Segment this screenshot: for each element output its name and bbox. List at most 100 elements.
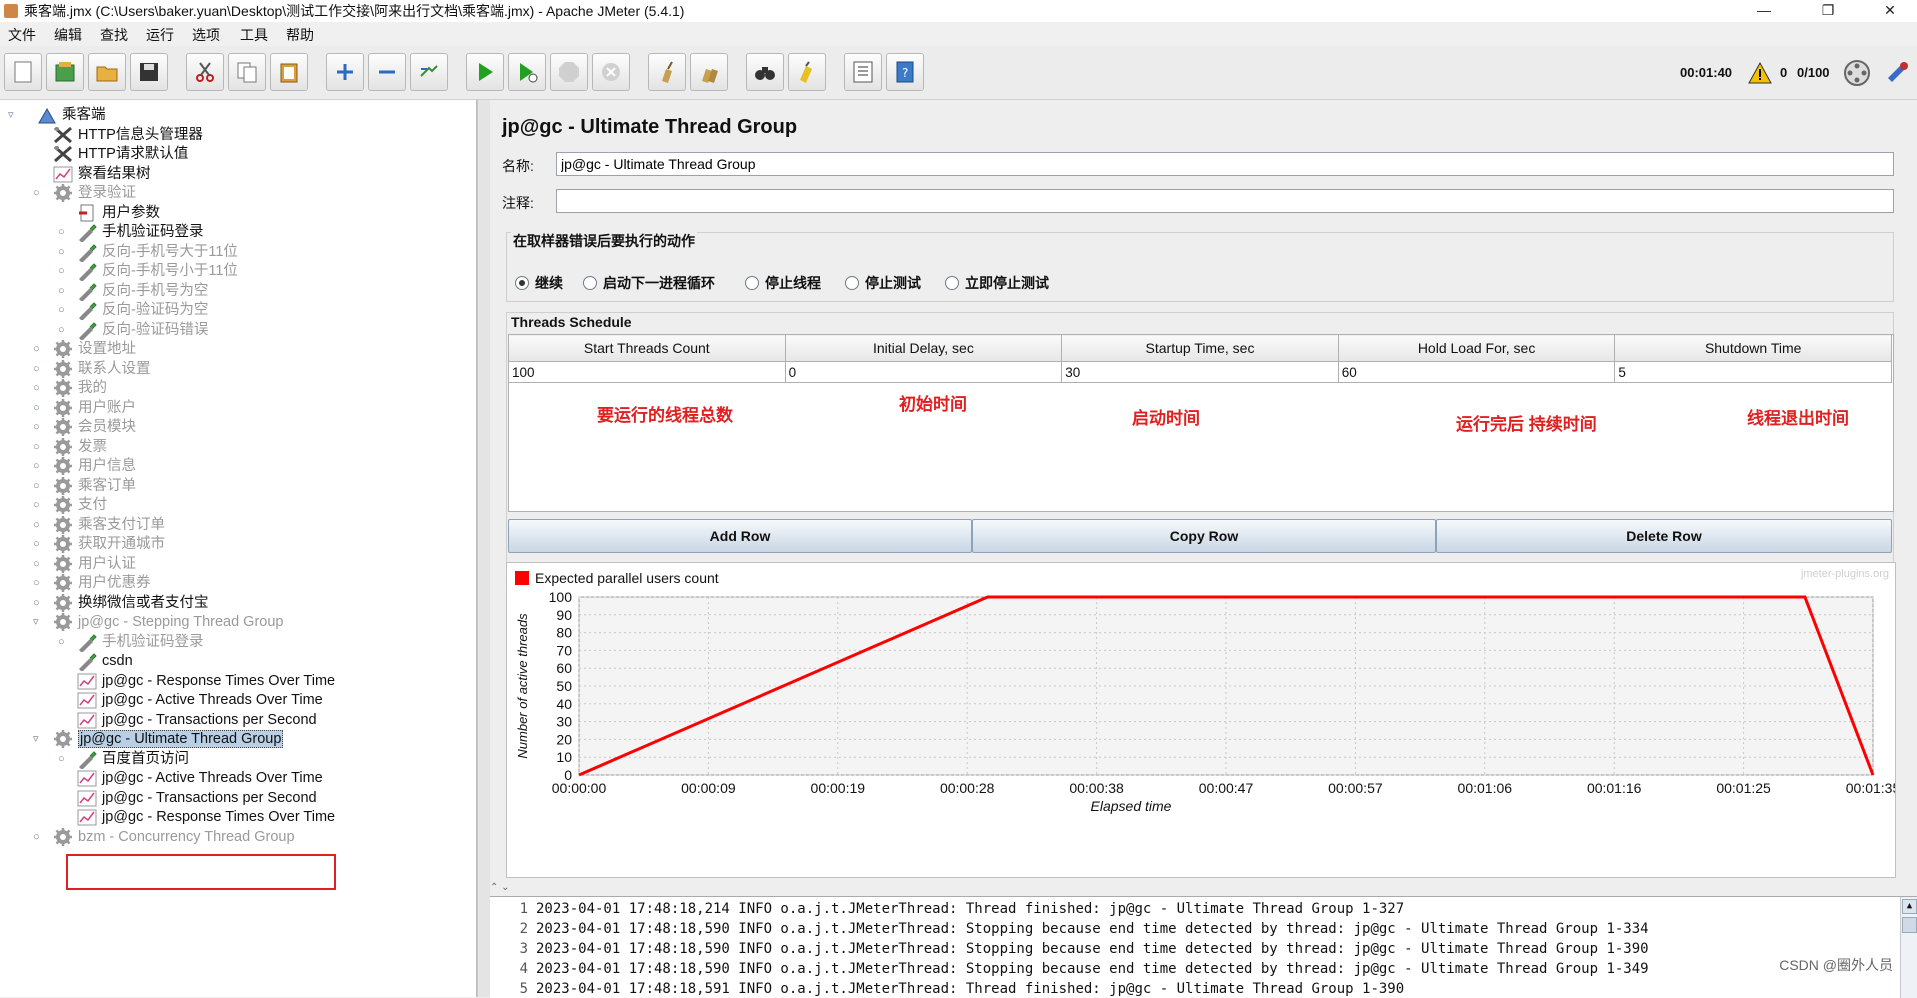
copy-row-button[interactable]: Copy Row xyxy=(972,519,1436,553)
table-row[interactable]: 100 0 30 60 5 xyxy=(508,361,1892,383)
svg-text:?: ? xyxy=(902,66,908,80)
close-button[interactable]: ✕ xyxy=(1867,0,1913,22)
add-row-button[interactable]: Add Row xyxy=(508,519,972,553)
scroll-thumb[interactable] xyxy=(1902,917,1917,933)
tree-expand-handle[interactable]: ○ xyxy=(33,519,45,531)
pane-splitter[interactable] xyxy=(477,100,491,997)
cell-shutdown-time[interactable]: 5 xyxy=(1614,361,1892,383)
shutdown-button[interactable] xyxy=(592,53,630,91)
tree-expand-handle[interactable]: ○ xyxy=(58,636,70,648)
expand-button[interactable] xyxy=(326,53,364,91)
tree-expand-handle[interactable]: ○ xyxy=(58,753,70,765)
open-button[interactable] xyxy=(88,53,126,91)
cut-button[interactable] xyxy=(186,53,224,91)
tree-expand-handle[interactable]: ○ xyxy=(33,577,45,589)
paste-button[interactable] xyxy=(270,53,308,91)
minimize-button[interactable]: — xyxy=(1741,0,1787,22)
help-button[interactable]: ? xyxy=(886,53,924,91)
play-icon xyxy=(479,63,493,81)
tree-expand-handle[interactable]: ○ xyxy=(33,187,45,199)
tree-expand-handle[interactable]: ○ xyxy=(33,538,45,550)
menu-edit[interactable]: 编辑 xyxy=(54,25,82,45)
tree-expand-handle[interactable]: ○ xyxy=(33,343,45,355)
toggle-button[interactable] xyxy=(410,53,448,91)
function-helper-button[interactable] xyxy=(844,53,882,91)
tree-expand-handle[interactable]: ○ xyxy=(33,831,45,843)
log-line-text: 2023-04-01 17:48:18,590 INFO o.a.j.t.JMe… xyxy=(536,961,1649,977)
radio-start-next-loop[interactable]: 启动下一进程循环 xyxy=(583,273,715,293)
col-hold-load[interactable]: Hold Load For, sec xyxy=(1337,334,1616,362)
stop-button[interactable] xyxy=(550,53,588,91)
clear-button[interactable] xyxy=(648,53,686,91)
start-no-pause-button[interactable] xyxy=(508,53,546,91)
name-field[interactable] xyxy=(556,152,1894,176)
col-start-threads[interactable]: Start Threads Count xyxy=(508,334,786,362)
radio-stop-test[interactable]: 停止测试 xyxy=(845,273,921,293)
x-tick-label: 00:01:35 xyxy=(1846,780,1895,796)
tree-expand-handle[interactable]: ▿ xyxy=(8,109,20,121)
warning-icon[interactable] xyxy=(1748,62,1772,84)
tree-expand-handle[interactable]: ○ xyxy=(58,226,70,238)
new-button[interactable] xyxy=(4,53,42,91)
legend-label: Expected parallel users count xyxy=(535,570,719,586)
copy-button[interactable] xyxy=(228,53,266,91)
tree-expand-handle[interactable]: ○ xyxy=(33,363,45,375)
menu-options[interactable]: 选项 xyxy=(192,25,220,45)
tree-expand-handle[interactable]: ○ xyxy=(58,285,70,297)
tree-node-label: 我的 xyxy=(78,380,107,397)
tree-expand-handle[interactable]: ○ xyxy=(33,597,45,609)
col-initial-delay[interactable]: Initial Delay, sec xyxy=(784,334,1063,362)
tree-expand-handle[interactable]: ○ xyxy=(58,304,70,316)
tree-expand-handle[interactable]: ○ xyxy=(33,441,45,453)
log-scrollbar[interactable]: ▲ xyxy=(1900,897,1917,998)
clear-all-button[interactable] xyxy=(690,53,728,91)
tree-expand-handle[interactable]: ○ xyxy=(58,265,70,277)
tree-expand-handle[interactable]: ○ xyxy=(33,460,45,472)
cell-hold-load[interactable]: 60 xyxy=(1337,361,1616,383)
tree-expand-handle[interactable]: ○ xyxy=(33,382,45,394)
log-splitter-arrows[interactable]: ⌃ ⌄ xyxy=(490,882,510,893)
menu-file[interactable]: 文件 xyxy=(8,25,36,45)
menu-search[interactable]: 查找 xyxy=(100,25,128,45)
graph-icon xyxy=(76,807,98,827)
comment-field[interactable] xyxy=(556,189,1894,213)
tree-expand-handle[interactable]: ○ xyxy=(33,421,45,433)
tree-expand-handle[interactable]: ○ xyxy=(33,402,45,414)
collapse-button[interactable] xyxy=(368,53,406,91)
tree-expand-handle[interactable]: ○ xyxy=(33,480,45,492)
tree-expand-handle[interactable]: ○ xyxy=(58,324,70,336)
maximize-button[interactable]: ❐ xyxy=(1805,0,1851,22)
menu-help[interactable]: 帮助 xyxy=(286,25,314,45)
tree-expand-handle[interactable]: ○ xyxy=(33,499,45,511)
pipette-icon xyxy=(76,320,98,341)
tree-node-label: 用户优惠券 xyxy=(78,575,151,592)
save-button[interactable] xyxy=(130,53,168,91)
radio-continue[interactable]: 继续 xyxy=(515,273,563,293)
col-shutdown-time[interactable]: Shutdown Time xyxy=(1614,334,1892,362)
log-viewer-icon[interactable] xyxy=(1882,58,1912,88)
scroll-up-arrow[interactable]: ▲ xyxy=(1902,899,1917,914)
menu-tools[interactable]: 工具 xyxy=(240,25,268,45)
tree-node-label: 登录验证 xyxy=(78,185,136,202)
log-panel[interactable]: 1 2023-04-01 17:48:18,214 INFO o.a.j.t.JM… xyxy=(490,896,1917,998)
tree-expand-handle[interactable]: ○ xyxy=(33,558,45,570)
pipette-icon xyxy=(76,261,98,283)
radio-stop-thread[interactable]: 停止线程 xyxy=(745,273,821,293)
tree-expand-handle[interactable]: ▿ xyxy=(33,616,45,628)
cell-start-threads[interactable]: 100 xyxy=(508,361,786,383)
tree-expand-handle[interactable]: ▿ xyxy=(33,733,45,745)
tree-node[interactable]: bzm - Concurrency Thread Group xyxy=(52,826,295,848)
new-file-icon xyxy=(14,61,32,83)
delete-row-button[interactable]: Delete Row xyxy=(1436,519,1892,553)
menu-run[interactable]: 运行 xyxy=(146,25,174,45)
templates-button[interactable] xyxy=(46,53,84,91)
tree-expand-handle[interactable]: ○ xyxy=(58,246,70,258)
cell-startup-time[interactable]: 30 xyxy=(1061,361,1339,383)
search-button[interactable] xyxy=(746,53,784,91)
reset-search-button[interactable] xyxy=(788,53,826,91)
col-startup-time[interactable]: Startup Time, sec xyxy=(1061,334,1339,362)
templates-icon xyxy=(55,62,75,82)
cell-initial-delay[interactable]: 0 xyxy=(784,361,1063,383)
start-button[interactable] xyxy=(466,53,504,91)
radio-stop-test-now[interactable]: 立即停止测试 xyxy=(945,273,1049,293)
